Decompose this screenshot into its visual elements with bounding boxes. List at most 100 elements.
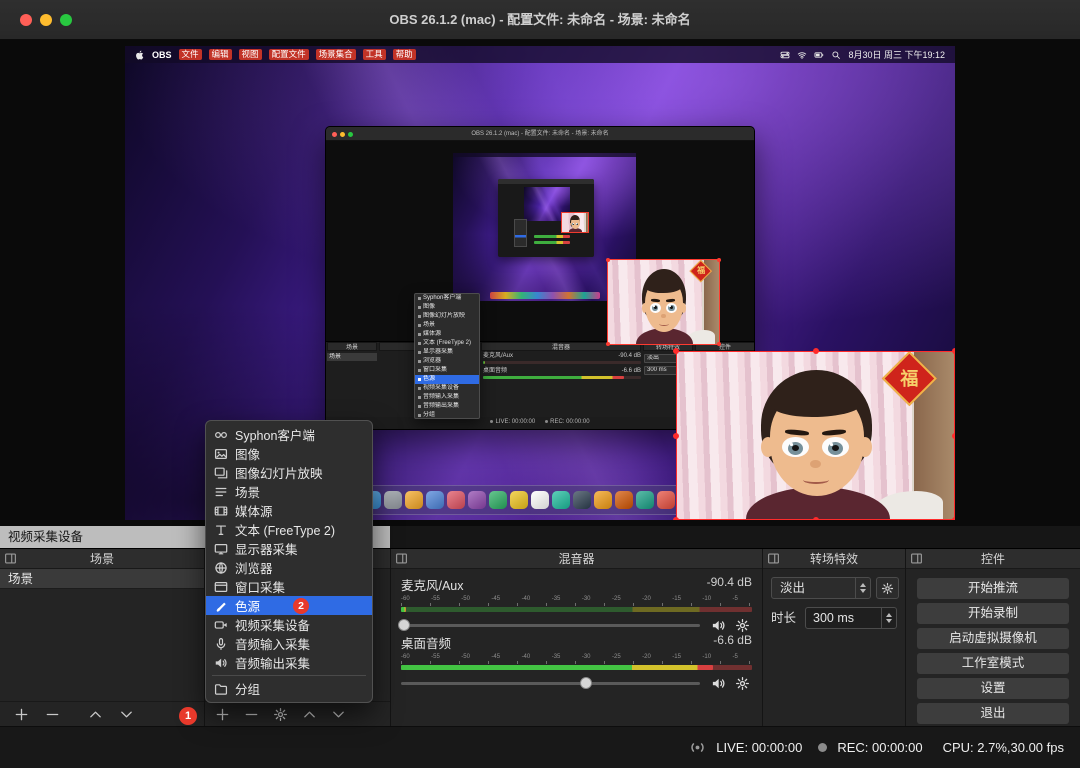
menu-item-label: 视频采集设备 xyxy=(235,619,311,633)
dock-app-icon xyxy=(468,491,486,509)
speaker-icon[interactable] xyxy=(711,676,726,691)
duration-stepper[interactable] xyxy=(881,608,896,628)
source-properties-icon[interactable] xyxy=(273,707,288,722)
status-bar: LIVE: 00:00:00 REC: 00:00:00 CPU: 2.7%,3… xyxy=(0,726,1080,768)
transition-select-stepper[interactable] xyxy=(855,578,870,598)
resize-handle[interactable] xyxy=(673,517,679,520)
dock-app-icon xyxy=(384,491,402,509)
menu-item-label: 分组 xyxy=(235,683,261,697)
transitions-panel-header: 转场特效 xyxy=(763,549,905,569)
channel-name: 麦克风/Aux xyxy=(401,579,464,593)
resize-handle[interactable] xyxy=(812,517,819,520)
menu-item-label: 图像 xyxy=(235,448,261,462)
start-streaming-button[interactable]: 开始推流 xyxy=(917,578,1069,599)
remove-scene-icon[interactable] xyxy=(45,707,60,722)
color-icon xyxy=(214,599,228,613)
nested-mixer-channel: 麦克风/Aux -90.4 dB xyxy=(483,353,641,364)
slider-handle[interactable] xyxy=(398,619,410,631)
slider-handle[interactable] xyxy=(580,677,593,689)
menu-item-image[interactable]: 图像 xyxy=(206,444,372,463)
menu-item-label: 媒体源 xyxy=(235,505,273,519)
start-recording-button[interactable]: 开始录制 xyxy=(917,603,1069,624)
transition-select[interactable]: 淡出 xyxy=(771,577,871,599)
menu-item-color[interactable]: 色源 2 xyxy=(206,596,372,615)
captured-menu-item: 帮助 xyxy=(392,48,416,61)
menu-item-display[interactable]: 显示器采集 xyxy=(206,539,372,558)
captured-menu-item: 配置文件 xyxy=(268,48,309,61)
captured-mac-dock xyxy=(355,485,725,515)
add-source-icon[interactable] xyxy=(215,707,230,722)
wifi-icon xyxy=(797,50,807,60)
obs-app: OBS 26.1.2 (mac) - 配置文件: 未命名 - 场景: 未命名 O… xyxy=(0,0,1080,768)
move-scene-down-icon[interactable] xyxy=(119,707,134,722)
transitions-panel: 转场特效 淡出 时长 300 ms xyxy=(763,549,905,726)
resize-handle[interactable] xyxy=(812,348,819,354)
volume-slider-row xyxy=(398,617,752,633)
volume-slider[interactable] xyxy=(398,619,700,631)
menubar-clock: 8月30日 周三 下午19:12 xyxy=(848,50,945,60)
channel-settings-icon[interactable] xyxy=(735,676,750,691)
menu-item-speaker[interactable]: 音频输出采集 xyxy=(206,653,372,672)
door xyxy=(584,213,588,232)
menu-item-window[interactable]: 窗口采集 xyxy=(206,577,372,596)
captured-menu-item: 视图 xyxy=(238,48,262,61)
dock-app-icon xyxy=(426,491,444,509)
speaker-icon[interactable] xyxy=(711,618,726,633)
move-scene-up-icon[interactable] xyxy=(88,707,103,722)
resize-handle[interactable] xyxy=(673,348,679,354)
scene-list-item[interactable]: 场景 xyxy=(0,569,204,589)
remove-source-icon[interactable] xyxy=(244,707,259,722)
dock-icon xyxy=(910,552,923,565)
menu-item-media[interactable]: 媒体源 xyxy=(206,501,372,520)
nested-menu-item: 分组 xyxy=(415,411,479,420)
dock-app-icon xyxy=(405,491,423,509)
menu-item-label: 显示器采集 xyxy=(235,543,298,557)
dock-app-icon xyxy=(552,491,570,509)
dock-app-icon xyxy=(615,491,633,509)
nested-menu-item: 色源 xyxy=(415,375,479,384)
resize-handle[interactable] xyxy=(952,432,955,439)
dock-icon xyxy=(767,552,780,565)
battery-icon xyxy=(814,50,824,60)
dock-app-icon xyxy=(636,491,654,509)
syphon-icon xyxy=(214,428,228,442)
dock-app-icon xyxy=(594,491,612,509)
volume-slider[interactable] xyxy=(401,677,700,689)
third-level-menu xyxy=(514,219,527,247)
preview-canvas: OBS 文件 编辑 视图 配置文件 场景集合 工具 帮助 8月30日 周三 下午19:12 O… xyxy=(0,40,1080,526)
menu-item-mic[interactable]: 音频输入采集 xyxy=(206,634,372,653)
menu-item-syphon[interactable]: Syphon客户端 xyxy=(206,425,372,444)
resize-handle[interactable] xyxy=(952,348,955,354)
apple-icon xyxy=(135,50,145,60)
camera-icon xyxy=(214,618,228,632)
settings-button[interactable]: 设置 xyxy=(917,678,1069,699)
move-source-down-icon[interactable] xyxy=(331,707,346,722)
resize-handle[interactable] xyxy=(952,517,955,520)
meter-scale: -60 -55 -50 -45 -40 -35 -30 -25 -20 -15 -10 -5 xyxy=(401,654,738,660)
dock-app-icon xyxy=(447,491,465,509)
menu-item-text[interactable]: 文本 (FreeType 2) xyxy=(206,520,372,539)
meter-scale: -60 -55 -50 -45 -40 -35 -30 -25 -20 -15 -10 -5 xyxy=(401,596,738,602)
live-broadcast-icon xyxy=(689,739,706,756)
dock-app-icon xyxy=(489,491,507,509)
studio-mode-button[interactable]: 工作室模式 xyxy=(917,653,1069,674)
channel-settings-icon[interactable] xyxy=(735,618,750,633)
nested-mac-dock xyxy=(489,292,600,299)
add-scene-icon[interactable] xyxy=(14,707,29,722)
rec-time: REC: 00:00:00 xyxy=(837,740,923,755)
menu-item-folder[interactable]: 分组 xyxy=(206,679,372,698)
move-source-up-icon[interactable] xyxy=(302,707,317,722)
start-virtual-camera-button[interactable]: 启动虚拟摄像机 xyxy=(917,628,1069,649)
webcam-overlay-source[interactable]: 福 xyxy=(673,348,955,520)
menu-item-browser[interactable]: 浏览器 xyxy=(206,558,372,577)
transition-settings-button[interactable] xyxy=(876,577,899,599)
resize-handle[interactable] xyxy=(673,432,679,439)
menu-item-scene[interactable]: 场景 xyxy=(206,482,372,501)
menu-item-slideshow[interactable]: 图像幻灯片放映 xyxy=(206,463,372,482)
mixer-panel-header: 混音器 xyxy=(391,549,762,569)
captured-menu-item: OBS xyxy=(152,49,172,60)
menu-item-label: 音频输入采集 xyxy=(235,638,311,652)
menu-item-camera[interactable]: 视频采集设备 xyxy=(206,615,372,634)
duration-input[interactable]: 300 ms xyxy=(805,607,897,629)
exit-button[interactable]: 退出 xyxy=(917,703,1069,724)
